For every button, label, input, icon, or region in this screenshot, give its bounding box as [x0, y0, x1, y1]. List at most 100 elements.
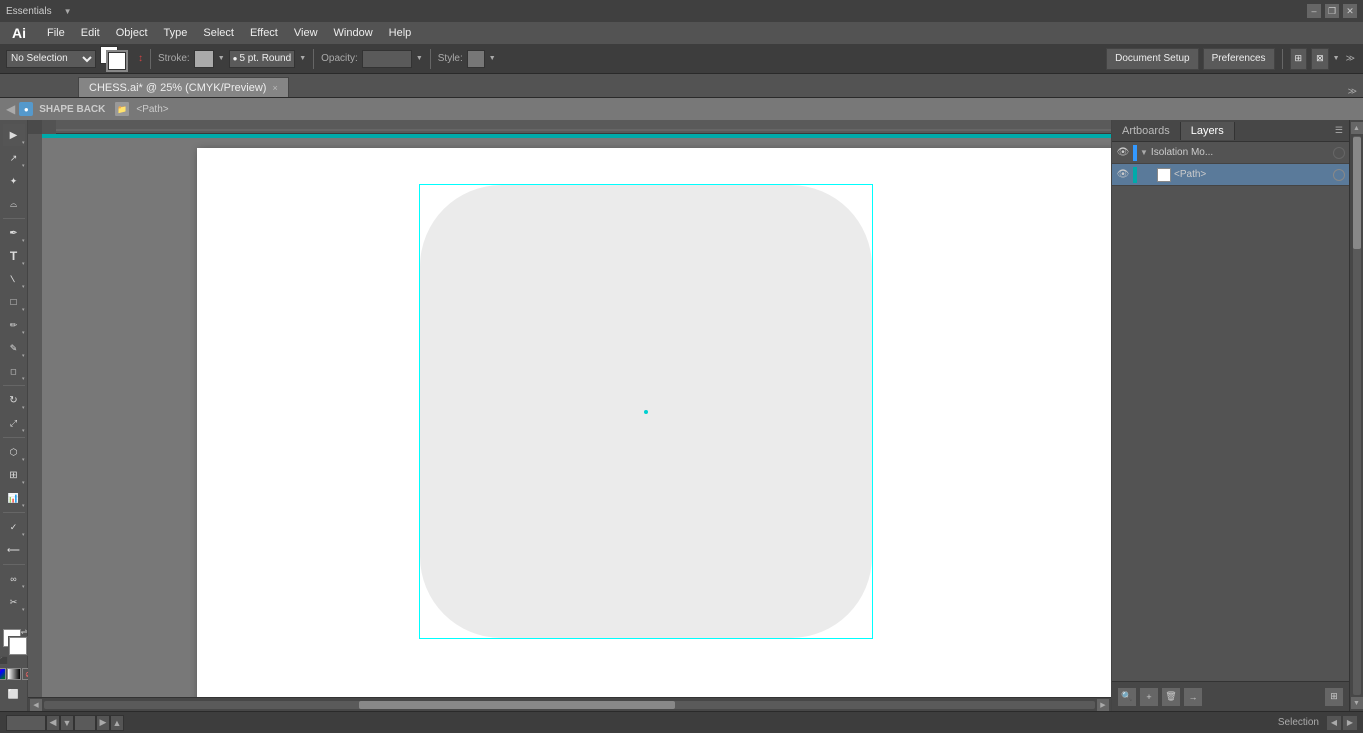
scroll-down-button[interactable]: ▼ [1351, 697, 1363, 709]
scroll-right-button[interactable]: ▶ [1097, 699, 1109, 711]
scale-tool-icon: ⤢ [10, 418, 17, 429]
blend-tool-button[interactable]: ∞ ▾ [3, 568, 25, 590]
panel-menu-button[interactable]: ☰ [1335, 125, 1349, 136]
rotate-tool-button[interactable]: ↻ ▾ [3, 389, 25, 411]
vertical-scrollbar[interactable]: ▲ ▼ [1349, 120, 1363, 711]
magic-wand-tool-button[interactable]: ✦ [3, 170, 25, 192]
prev-page-button[interactable]: ◀ [46, 715, 60, 731]
scroll-left-button[interactable]: ◀ [30, 699, 42, 711]
menu-help[interactable]: Help [382, 25, 419, 41]
default-colors-icon[interactable]: ⬛ [0, 657, 8, 665]
menu-type[interactable]: Type [157, 25, 195, 41]
move-to-layer-button[interactable]: → [1184, 688, 1202, 706]
transform-button[interactable]: ⊠ [1311, 48, 1329, 70]
layers-tab[interactable]: Layers [1181, 122, 1235, 140]
zoom-input[interactable]: 25% [6, 715, 46, 731]
tab-close-button[interactable]: × [272, 83, 277, 93]
layer-eye-path[interactable]: 👁 [1116, 169, 1130, 180]
stroke-value-box[interactable]: ● 5 pt. Round [229, 50, 296, 68]
close-button[interactable]: ✕ [1343, 4, 1357, 18]
layer-expand-icon[interactable]: ▼ [1140, 148, 1148, 157]
status-nav-arrows: ◀ ▶ [1327, 716, 1357, 730]
horizontal-scrollbar[interactable]: ◀ ▶ [28, 697, 1111, 711]
selection-tool-button[interactable]: ▶ ▾ [3, 124, 25, 146]
eyedropper-tool-button[interactable]: ✓ ▾ [3, 516, 25, 538]
tabs-collapse-button[interactable]: ≫ [1346, 86, 1359, 97]
breadcrumb-shape-back: SHAPE BACK [39, 104, 105, 115]
pencil-tool-button[interactable]: ✎ ▾ [3, 337, 25, 359]
scroll-up-button[interactable]: ▲ [1351, 122, 1363, 134]
stroke-box[interactable] [9, 637, 27, 655]
menu-file[interactable]: File [40, 25, 72, 41]
pen-tool-button[interactable]: ✒ ▾ [3, 222, 25, 244]
back-arrow-icon[interactable]: ◀ [6, 102, 15, 116]
new-artboard-button[interactable]: ⊞ [1325, 688, 1343, 706]
layer-visibility-icon[interactable]: 👁 [1116, 147, 1130, 158]
brush-tool-button[interactable]: ✏ ▾ [3, 314, 25, 336]
style-swatch[interactable] [467, 50, 485, 68]
eraser-tool-button[interactable]: ◻ ▾ [3, 360, 25, 382]
title-bar: Essentials ▼ – ❐ ✕ [0, 0, 1363, 22]
type-tool-button[interactable]: T ▾ [3, 245, 25, 267]
color-mode-btn[interactable] [0, 668, 6, 680]
direct-selection-icon: ↗ [10, 153, 18, 164]
scroll-track-v[interactable] [1353, 136, 1361, 695]
menu-bar: Ai File Edit Object Type Select Effect V… [0, 22, 1363, 44]
layer-row-isolation[interactable]: 👁 ▼ Isolation Mo... [1112, 142, 1349, 164]
search-layers-button[interactable]: 🔍 [1118, 688, 1136, 706]
menu-select[interactable]: Select [196, 25, 241, 41]
swap-colors-icon[interactable]: ⇌ [21, 627, 28, 636]
stroke-color-box[interactable] [194, 50, 214, 68]
document-tab[interactable]: CHESS.ai* @ 25% (CMYK/Preview) × [78, 77, 289, 97]
selection-dropdown[interactable]: No Selection [6, 50, 96, 68]
line-tool-button[interactable]: / ▾ [3, 268, 25, 290]
artboards-tab[interactable]: Artboards [1112, 122, 1181, 140]
page-number-input[interactable]: 1 [74, 715, 96, 731]
status-next-button[interactable]: ▶ [1343, 716, 1357, 730]
add-layer-button[interactable]: + [1140, 688, 1158, 706]
menu-edit[interactable]: Edit [74, 25, 107, 41]
eyedropper-tool-icon: ✓ [10, 522, 18, 533]
layer-row-path[interactable]: 👁 <Path> [1112, 164, 1349, 186]
shaper-tool-button[interactable]: ⬡ ▾ [3, 441, 25, 463]
magic-wand-icon: ✦ [10, 176, 18, 187]
tool-divider-4 [3, 512, 25, 513]
nav-down-button[interactable]: ▼ [60, 715, 74, 731]
type-tool-icon: T [10, 249, 17, 263]
canvas-area[interactable] [42, 134, 1111, 697]
status-prev-button[interactable]: ◀ [1327, 716, 1341, 730]
minimize-button[interactable]: – [1307, 4, 1321, 18]
artboard[interactable] [197, 148, 1111, 697]
scissors-tool-button[interactable]: ✂ ▾ [3, 591, 25, 613]
ruler-corner [28, 120, 42, 134]
opacity-input[interactable]: 100% [362, 50, 412, 68]
rectangle-tool-button[interactable]: □ ▾ [3, 291, 25, 313]
nav-up-button[interactable]: ▲ [110, 715, 124, 731]
menu-view[interactable]: View [287, 25, 325, 41]
delete-layer-button[interactable]: 🗑 [1162, 688, 1180, 706]
tool-divider-3 [3, 437, 25, 438]
measure-tool-button[interactable]: ⟵ [3, 539, 25, 561]
preferences-button[interactable]: Preferences [1203, 48, 1275, 70]
screen-mode-button[interactable]: ⬜ [3, 683, 25, 705]
stroke-color-swatch[interactable] [108, 52, 126, 70]
document-setup-button[interactable]: Document Setup [1106, 48, 1199, 70]
panel-collapse-button[interactable]: ≫ [1344, 53, 1357, 64]
tool-divider-1 [3, 218, 25, 219]
menu-effect[interactable]: Effect [243, 25, 285, 41]
direct-selection-tool-button[interactable]: ↗ ▾ [3, 147, 25, 169]
lasso-tool-button[interactable]: ⌓ [3, 193, 25, 215]
grid-tool-button[interactable]: ⊞ ▾ [3, 464, 25, 486]
breadcrumb-bar: ◀ ● SHAPE BACK 📁 <Path> [0, 98, 1363, 120]
scale-tool-button[interactable]: ⤢ ▾ [3, 412, 25, 434]
arrange-button[interactable]: ⊞ [1290, 48, 1308, 70]
menu-window[interactable]: Window [327, 25, 380, 41]
next-page-button[interactable]: ▶ [96, 715, 110, 731]
maximize-button[interactable]: ❐ [1325, 4, 1339, 18]
color-boxes: ⇌ ⬛ [0, 629, 28, 665]
graph-tool-button[interactable]: 📊 ▾ [3, 487, 25, 509]
scroll-track-h[interactable] [44, 701, 1095, 709]
gradient-mode-btn[interactable] [7, 668, 21, 680]
menu-object[interactable]: Object [109, 25, 155, 41]
divider-3 [430, 49, 431, 69]
